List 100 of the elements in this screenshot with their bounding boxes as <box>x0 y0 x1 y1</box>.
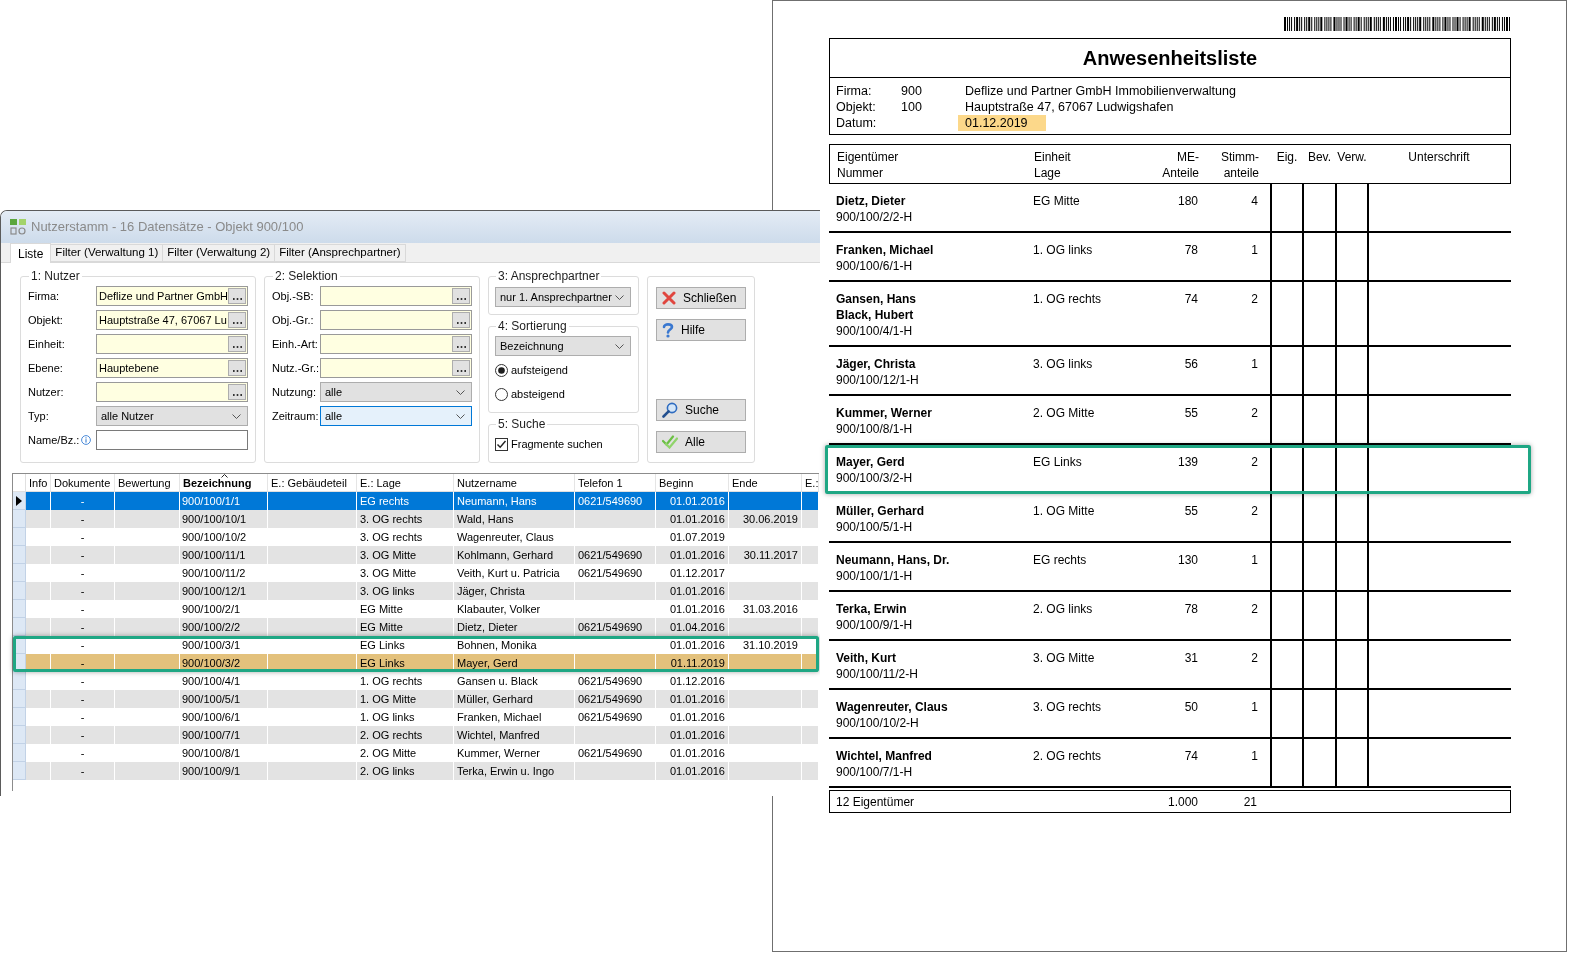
table-row[interactable]: - 900/100/3/1 EG Links Bohnen, Monika 01.01.2016 31.10.2019 <box>13 636 819 654</box>
column-header[interactable]: Info <box>26 474 51 491</box>
owner-name: Veith, Kurt <box>836 650 896 666</box>
unit-location: 2. OG Mitte <box>1033 405 1095 421</box>
field-label: Ebene: <box>28 360 63 376</box>
tab[interactable]: Filter (Ansprechpartner) <box>274 244 406 262</box>
close-button[interactable]: Schließen <box>656 287 746 309</box>
table-cell: 900/100/6/1 <box>182 710 241 724</box>
table-cell: 900/100/5/1 <box>182 692 241 706</box>
table-row[interactable]: - 900/100/9/1 2. OG links Terka, Erwin u. Ingo 01.01.2016 <box>13 762 819 780</box>
table-cell: EG rechts <box>360 494 409 508</box>
input-field[interactable] <box>320 310 472 330</box>
table-cell: 3. OG Mitte <box>360 566 417 580</box>
column-header[interactable]: Dokumente <box>51 474 115 491</box>
chevron-down-icon <box>456 413 465 419</box>
column-header: anteile <box>1223 165 1259 181</box>
column-header[interactable]: E.: Lage <box>357 474 454 491</box>
table-cell: Veith, Kurt u. Patricia <box>457 566 560 580</box>
table-cell: 3. OG rechts <box>360 512 423 526</box>
info-number: 900 <box>901 84 922 98</box>
input-field[interactable] <box>96 430 248 450</box>
browse-button[interactable] <box>228 288 246 304</box>
tab[interactable]: Filter (Verwaltung 2) <box>162 244 276 262</box>
table-row[interactable]: - 900/100/2/2 EG Mitte Dietz, Dieter 0621/549690 01.04.2016 <box>13 618 819 636</box>
input-field[interactable] <box>96 382 248 402</box>
table-cell: 01.01.2016 <box>669 764 725 778</box>
browse-button[interactable] <box>228 384 246 400</box>
field-label: Typ: <box>28 408 49 424</box>
field-label: Obj.-SB: <box>272 288 314 304</box>
tab[interactable]: Liste <box>10 243 52 263</box>
info-value: Deflize und Partner GmbH Immobilienverwaltung <box>965 83 1236 99</box>
table-row[interactable]: - 900/100/10/1 3. OG rechts Wald, Hans 01.01.2016 30.06.2019 <box>13 510 819 528</box>
owner-name: Terka, Erwin <box>836 601 907 617</box>
column-header[interactable]: E.: <box>802 474 819 491</box>
dropdown[interactable]: alle Nutzer <box>96 406 248 426</box>
table-cell: 01.01.2016 <box>669 692 725 706</box>
dropdown[interactable]: Bezeichnung <box>495 336 631 356</box>
unit-number: 900/100/1/1-H <box>836 568 913 584</box>
input-field[interactable] <box>320 358 472 378</box>
input-field[interactable]: Hauptebene <box>96 358 248 378</box>
owner-name: Wichtel, Manfred <box>836 748 932 764</box>
browse-button[interactable] <box>228 336 246 352</box>
column-header[interactable]: Bewertung <box>115 474 180 491</box>
search-button[interactable]: Suche <box>656 399 746 421</box>
share-value: 56 <box>1184 356 1198 372</box>
checkbox[interactable]: Fragmente suchen <box>495 434 603 454</box>
table-row[interactable]: - 900/100/7/1 2. OG rechts Wichtel, Manfred 01.01.2016 <box>13 726 819 744</box>
table-cell: 31.10.2019 <box>742 638 798 652</box>
dropdown[interactable]: alle <box>320 382 472 402</box>
table-cell: 31.03.2016 <box>742 602 798 616</box>
table-cell: - <box>80 728 85 742</box>
column-header[interactable]: Beginn <box>656 474 729 491</box>
info-number: 100 <box>901 100 922 114</box>
browse-button[interactable] <box>228 360 246 376</box>
radio-button[interactable]: absteigend <box>495 384 565 404</box>
input-field[interactable] <box>320 334 472 354</box>
radio-button[interactable]: aufsteigend <box>495 360 568 380</box>
column-header: Unterschrift <box>1408 149 1470 165</box>
input-field[interactable] <box>96 334 248 354</box>
total-value: 21 <box>1243 793 1257 811</box>
table-row[interactable]: - 900/100/5/1 1. OG Mitte Müller, Gerhard 0621/549690 01.01.2016 <box>13 690 819 708</box>
column-header[interactable]: E.: Gebäudeteil <box>268 474 357 491</box>
dropdown[interactable]: alle <box>320 406 472 426</box>
table-cell: 3. OG rechts <box>360 530 423 544</box>
table-cell: 01.01.2016 <box>669 584 725 598</box>
row-header[interactable] <box>13 492 26 510</box>
table-row[interactable]: - 900/100/1/1 EG rechts Neumann, Hans 0621/549690 01.01.2016 <box>13 492 819 510</box>
help-button[interactable]: Hilfe <box>656 319 746 341</box>
table-row[interactable]: - 900/100/12/1 3. OG links Jäger, Christa 01.01.2016 <box>13 582 819 600</box>
table-cell: - <box>80 566 85 580</box>
browse-button[interactable] <box>452 336 470 352</box>
unit-number: 900/100/4/1-H <box>836 323 913 339</box>
unit-location: EG rechts <box>1033 552 1087 568</box>
unit-number: 900/100/8/1-H <box>836 421 913 437</box>
show-all-button[interactable]: Alle <box>656 431 746 453</box>
total-value: 1.000 <box>1167 793 1198 811</box>
column-header[interactable]: Bezeichnung <box>180 474 268 491</box>
table-cell: Terka, Erwin u. Ingo <box>457 764 555 778</box>
input-field[interactable] <box>320 286 472 306</box>
table-row[interactable]: - 900/100/3/2 EG Links Mayer, Gerd 01.11.2019 <box>13 654 819 672</box>
table-cell: Wald, Hans <box>457 512 514 526</box>
browse-button[interactable] <box>452 312 470 328</box>
unit-number: 900/100/11/2-H <box>836 666 918 682</box>
browse-button[interactable] <box>228 312 246 328</box>
dropdown[interactable]: nur 1. Ansprechpartner <box>495 287 631 307</box>
column-header[interactable]: Ende <box>729 474 802 491</box>
table-row[interactable]: - 900/100/11/1 3. OG Mitte Kohlmann, Gerhard 0621/549690 01.01.2016 30.11.2017 <box>13 546 819 564</box>
table-cell: EG Mitte <box>360 620 403 634</box>
vote-value: 2 <box>1251 650 1258 666</box>
field-label: Name/Bz.: <box>28 432 80 448</box>
group-title: 5: Suche <box>497 418 547 431</box>
search-icon <box>662 402 678 418</box>
input-field[interactable]: Hauptstraße 47, 67067 Lu <box>96 310 248 330</box>
column-header[interactable]: Nutzername <box>454 474 575 491</box>
browse-button[interactable] <box>452 288 470 304</box>
browse-button[interactable] <box>452 360 470 376</box>
input-field[interactable]: Deflize und Partner GmbH <box>96 286 248 306</box>
column-header[interactable]: Telefon 1 <box>575 474 656 491</box>
tab[interactable]: Filter (Verwaltung 1) <box>50 244 164 262</box>
column-header: ME- <box>1177 149 1199 165</box>
